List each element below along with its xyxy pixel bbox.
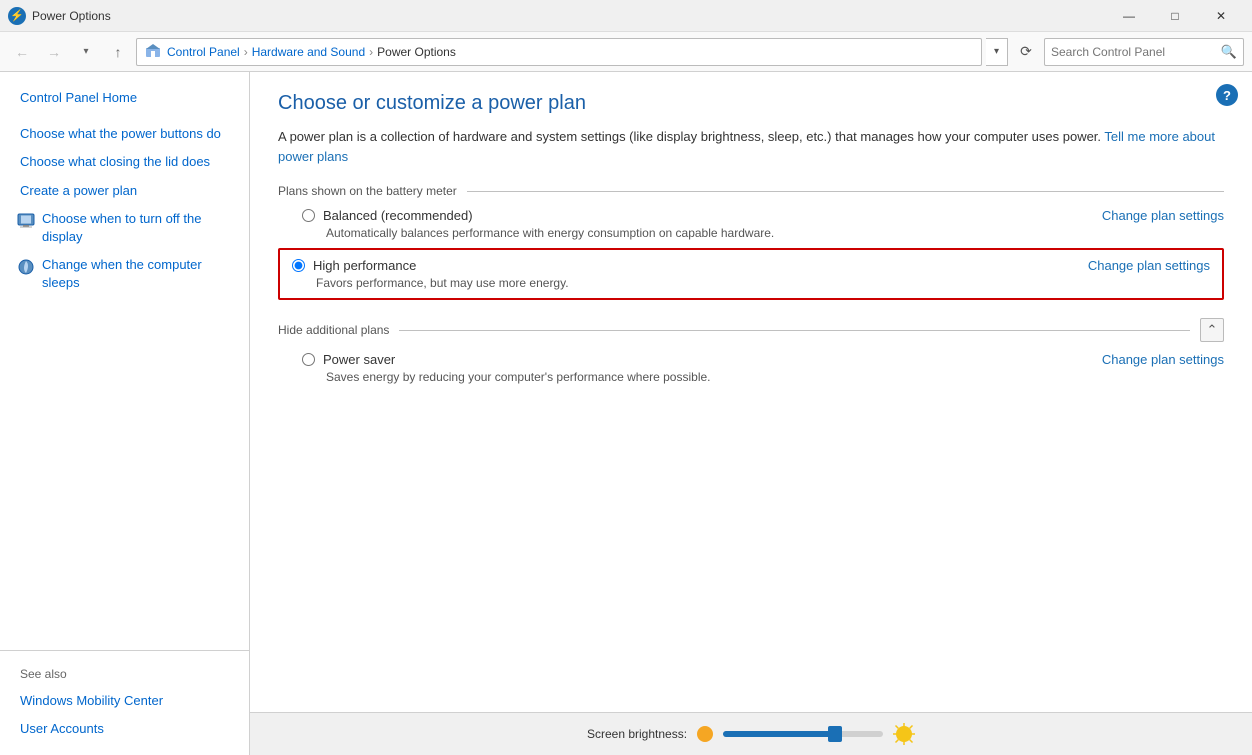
sidebar-item-closing-lid[interactable]: Choose what closing the lid does — [0, 148, 249, 176]
balanced-radio[interactable] — [302, 209, 315, 222]
forward-button[interactable]: → — [40, 38, 68, 66]
brightness-bar: Screen brightness: — [250, 713, 1252, 755]
high-perf-change-link[interactable]: Change plan settings — [1088, 258, 1210, 273]
high-perf-plan-name: High performance — [313, 258, 416, 273]
plans-section-label: Plans shown on the battery meter — [278, 184, 457, 198]
chevron-up-icon: ⌃ — [1207, 322, 1218, 338]
sidebar-item-power-buttons[interactable]: Choose what the power buttons do — [0, 120, 249, 148]
breadcrumb-hardware-sound[interactable]: Hardware and Sound — [252, 45, 365, 59]
sidebar-item-control-panel-home[interactable]: Control Panel Home — [0, 84, 249, 112]
sleep-icon — [16, 257, 36, 277]
maximize-button[interactable]: □ — [1152, 0, 1198, 32]
plans-section-header: Plans shown on the battery meter — [278, 184, 1224, 198]
search-button[interactable]: 🔍 — [1221, 44, 1237, 60]
high-perf-plan-header: High performance Change plan settings — [292, 258, 1210, 273]
refresh-icon: ⟳ — [1020, 43, 1032, 60]
sidebar-divider — [0, 650, 249, 651]
window-title: Power Options — [32, 9, 1106, 23]
page-title: Choose or customize a power plan — [278, 92, 1224, 115]
content-area: ? Choose or customize a power plan A pow… — [250, 72, 1252, 755]
balanced-change-link[interactable]: Change plan settings — [1102, 208, 1224, 223]
search-box: 🔍 — [1044, 38, 1244, 66]
dropdown-button[interactable]: ▾ — [72, 38, 100, 66]
additional-section-line — [399, 330, 1190, 331]
back-button[interactable]: ← — [8, 38, 36, 66]
refresh-button[interactable]: ⟳ — [1012, 38, 1040, 66]
forward-icon: → — [47, 44, 61, 60]
sun-large-icon — [893, 723, 915, 745]
main-container: Control Panel Home Choose what the power… — [0, 72, 1252, 755]
dropdown-icon: ▾ — [83, 46, 88, 57]
power-saver-plan-desc: Saves energy by reducing your computer's… — [326, 370, 1224, 384]
balanced-plan-row: Balanced (recommended) Change plan setti… — [302, 208, 1224, 240]
high-performance-plan-box: High performance Change plan settings Fa… — [278, 248, 1224, 300]
back-icon: ← — [15, 44, 29, 60]
high-perf-plan-label[interactable]: High performance — [292, 258, 416, 273]
brightness-slider[interactable] — [723, 731, 883, 737]
sidebar-item-label: Change when the computer sleeps — [42, 256, 233, 292]
power-saver-plan-name: Power saver — [323, 352, 395, 367]
power-saver-plan-header: Power saver Change plan settings — [302, 352, 1224, 367]
balanced-plan-desc: Automatically balances performance with … — [326, 226, 1224, 240]
sidebar-item-create-plan[interactable]: Create a power plan — [0, 177, 249, 205]
sun-small-icon — [697, 726, 713, 742]
brightness-fill — [723, 731, 835, 737]
address-path: Control Panel › Hardware and Sound › Pow… — [136, 38, 982, 66]
plans-section-line — [467, 191, 1224, 192]
address-bar: ← → ▾ ↑ Control Panel › Hardware and Sou… — [0, 32, 1252, 72]
search-input[interactable] — [1051, 45, 1221, 59]
sidebar: Control Panel Home Choose what the power… — [0, 72, 250, 755]
minimize-button[interactable]: — — [1106, 0, 1152, 32]
sidebar-item-user-accounts[interactable]: User Accounts — [0, 715, 249, 743]
brightness-label: Screen brightness: — [587, 727, 687, 741]
description-text: A power plan is a collection of hardware… — [278, 129, 1101, 144]
help-button[interactable]: ? — [1216, 84, 1238, 106]
title-bar: ⚡ Power Options — □ ✕ — [0, 0, 1252, 32]
additional-section-label: Hide additional plans — [278, 323, 389, 337]
close-button[interactable]: ✕ — [1198, 0, 1244, 32]
window-controls: — □ ✕ — [1106, 0, 1244, 32]
balanced-plan-name: Balanced (recommended) — [323, 208, 473, 223]
power-saver-change-link[interactable]: Change plan settings — [1102, 352, 1224, 367]
page-description: A power plan is a collection of hardware… — [278, 127, 1224, 166]
breadcrumb-control-panel[interactable]: Control Panel — [167, 45, 240, 59]
collapse-button[interactable]: ⌃ — [1200, 318, 1224, 342]
additional-section-header: Hide additional plans ⌃ — [278, 318, 1224, 342]
breadcrumb-sep-1: › — [244, 45, 248, 59]
power-saver-plan-row: Power saver Change plan settings Saves e… — [302, 352, 1224, 384]
display-icon — [16, 211, 36, 231]
search-icon: 🔍 — [1221, 44, 1237, 59]
sidebar-item-turn-off-display[interactable]: Choose when to turn off the display — [0, 205, 249, 251]
sidebar-item-computer-sleeps[interactable]: Change when the computer sleeps — [0, 251, 249, 297]
balanced-plan-label[interactable]: Balanced (recommended) — [302, 208, 473, 223]
app-icon: ⚡ — [8, 7, 26, 25]
high-perf-radio[interactable] — [292, 259, 305, 272]
breadcrumb-home-icon — [145, 43, 161, 60]
power-saver-plan-label[interactable]: Power saver — [302, 352, 395, 367]
balanced-plan-header: Balanced (recommended) Change plan setti… — [302, 208, 1224, 223]
sidebar-item-windows-mobility[interactable]: Windows Mobility Center — [0, 687, 249, 715]
power-saver-radio[interactable] — [302, 353, 315, 366]
breadcrumb-power-options: Power Options — [377, 45, 456, 59]
breadcrumb-sep-2: › — [369, 45, 373, 59]
brightness-thumb[interactable] — [828, 726, 842, 742]
high-perf-plan-desc: Favors performance, but may use more ene… — [316, 276, 1210, 290]
up-button[interactable]: ↑ — [104, 38, 132, 66]
up-icon: ↑ — [115, 44, 122, 60]
see-also-label: See also — [0, 661, 249, 687]
sidebar-item-label: Choose when to turn off the display — [42, 210, 233, 246]
address-dropdown-btn[interactable]: ▾ — [986, 38, 1008, 66]
